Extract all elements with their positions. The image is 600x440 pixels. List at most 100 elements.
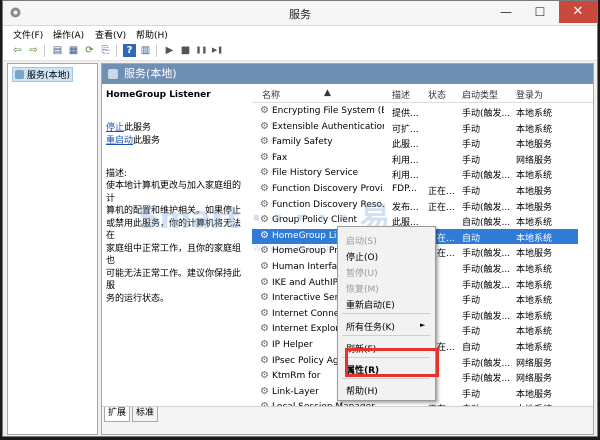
forward-icon[interactable]: ⇨ xyxy=(27,44,40,57)
close-button[interactable]: ✕ xyxy=(559,1,597,23)
tab-standard[interactable]: 标准 xyxy=(132,407,159,422)
column-header-description[interactable]: 描述 xyxy=(392,88,410,101)
service-description: 利用... xyxy=(392,171,419,182)
menu-item-start[interactable]: 启动(S) xyxy=(346,234,377,247)
service-gear-icon: ⚙ xyxy=(260,355,269,366)
description-panel: HomeGroup Listener 停止此服务 重启动此服务 描述: 使本地计… xyxy=(102,84,252,406)
service-gear-icon: ⚙ xyxy=(260,215,269,226)
tab-extended[interactable]: 扩展 xyxy=(104,407,131,422)
service-name: File History Service xyxy=(272,168,359,179)
refresh-icon[interactable]: ⟳ xyxy=(83,44,96,57)
menu-separator xyxy=(342,335,430,336)
service-log-on-as: 本地服务 xyxy=(516,249,553,260)
service-startup-type: 手动(触发... xyxy=(462,249,511,260)
description-line: 算机的配置和维护相关。如果停止 xyxy=(106,206,242,216)
show-console-tree-icon[interactable]: ▤ xyxy=(51,44,64,57)
table-row[interactable]: ⚙ Extensible Authentication... 可扩... 手动 本地系统 xyxy=(252,120,578,136)
service-startup-type: 手动 xyxy=(462,296,481,307)
column-header-startup-type[interactable]: 启动类型 xyxy=(462,88,498,101)
service-startup-type: 手动(触发... xyxy=(462,374,511,385)
toolbar-separator xyxy=(44,45,45,57)
service-gear-icon: ⚙ xyxy=(260,106,269,116)
export-list-icon[interactable]: ⎘ xyxy=(99,44,112,57)
service-log-on-as: 本地系统 xyxy=(516,171,553,182)
show-action-pane-icon[interactable]: ▥ xyxy=(139,44,152,57)
service-log-on-as: 网络服务 xyxy=(516,374,553,385)
service-startup-type: 自动(触发... xyxy=(462,218,511,229)
table-row[interactable]: ⚙ Function Discovery Reso... 发布... 正在... 手动(… xyxy=(252,198,578,214)
menu-item-restart[interactable]: 重新启动(E) xyxy=(346,298,395,311)
service-log-on-as: 本地系统 xyxy=(516,327,553,338)
menu-item-resume[interactable]: 恢复(M) xyxy=(346,282,379,295)
service-name: Encrypting File System (E... xyxy=(272,106,384,116)
services-window: 服务 — ☐ ✕ 文件(F) 操作(A) 查看(V) 帮助(H) ⇦ ⇨ ▤ ▦… xyxy=(2,0,598,437)
service-name: Group Policy Client xyxy=(272,215,358,226)
service-gear-icon: ⚙ xyxy=(260,371,269,382)
menu-item-stop[interactable]: 停止(O) xyxy=(346,250,378,263)
service-log-on-as: 本地服务 xyxy=(516,187,553,197)
service-startup-type: 手动(触发... xyxy=(462,311,511,322)
service-description: 可扩... xyxy=(392,124,419,135)
menu-item-pause[interactable]: 暂停(U) xyxy=(346,266,378,279)
menu-item-all-tasks[interactable]: 所有任务(K) xyxy=(346,320,395,333)
submenu-arrow-icon: ► xyxy=(420,321,426,329)
stop-icon[interactable]: ■ xyxy=(179,44,192,57)
help-icon[interactable]: ? xyxy=(123,44,136,57)
service-startup-type: 手动 xyxy=(462,140,481,151)
toolbar-separator xyxy=(156,45,157,57)
service-gear-icon: ⚙ xyxy=(260,262,269,272)
service-status: 正在... xyxy=(428,202,455,213)
service-description: 此服... xyxy=(392,140,419,151)
service-gear-icon: ⚙ xyxy=(260,308,269,319)
pane-header-title: 服务(本地) xyxy=(124,67,177,80)
service-gear-icon: ⚙ xyxy=(260,340,269,350)
service-gear-icon: ⚙ xyxy=(260,386,269,397)
service-log-on-as: 本地系统 xyxy=(516,218,553,229)
maximize-button[interactable]: ☐ xyxy=(525,1,555,23)
service-name: Family Safety xyxy=(272,137,333,148)
menu-item-help[interactable]: 帮助(H) xyxy=(346,384,378,397)
restart-service-link[interactable]: 重启动 xyxy=(106,136,133,146)
description-line: 或禁用此服务，你的计算机将无法在 xyxy=(106,218,242,242)
service-gear-icon: ⚙ xyxy=(260,168,269,179)
service-description: FDP... xyxy=(392,184,417,194)
tree-node-services-local[interactable]: 服务(本地) xyxy=(12,67,74,82)
minimize-button[interactable]: — xyxy=(491,1,521,23)
description-line: 使本地计算机更改与加入家庭组的计 xyxy=(106,181,242,204)
stop-service-line: 停止此服务 xyxy=(106,120,151,133)
restart-service-line: 重启动此服务 xyxy=(106,133,160,146)
stop-service-link[interactable]: 停止 xyxy=(106,123,124,133)
service-startup-type: 自动 xyxy=(462,343,481,353)
menu-help[interactable]: 帮助(H) xyxy=(136,28,168,41)
menu-file[interactable]: 文件(F) xyxy=(13,28,43,41)
restart-icon[interactable]: ▶❚ xyxy=(211,44,224,57)
column-header-log-on-as[interactable]: 登录为 xyxy=(516,88,543,101)
start-icon[interactable]: ▶ xyxy=(163,44,176,57)
table-row[interactable]: ⚙ File History Service 利用... 手动(触发... 本地系统 xyxy=(252,166,578,182)
service-name: Extensible Authentication... xyxy=(272,121,384,132)
service-name: Function Discovery Reso... xyxy=(272,199,384,210)
service-log-on-as: 本地服务 xyxy=(516,202,553,213)
table-row[interactable]: ⚙ Function Discovery Provi... FDP... 正在... 手… xyxy=(252,182,578,198)
service-name: Function Discovery Provi... xyxy=(272,184,384,194)
column-header-status[interactable]: 状态 xyxy=(428,88,446,101)
service-gear-icon: ⚙ xyxy=(260,324,269,335)
service-gear-icon: ⚙ xyxy=(260,230,269,241)
back-icon[interactable]: ⇦ xyxy=(11,44,24,57)
properties-icon[interactable]: ▦ xyxy=(67,44,80,57)
menu-view[interactable]: 查看(V) xyxy=(95,28,126,41)
list-header: ▲ 名称 描述 状态 启动类型 登录为 xyxy=(252,84,593,103)
service-startup-type: 手动(触发... xyxy=(462,265,511,275)
menu-bar: 文件(F) 操作(A) 查看(V) 帮助(H) xyxy=(3,26,597,42)
column-header-name[interactable]: 名称 xyxy=(262,88,280,101)
service-status: 正在... xyxy=(428,187,455,197)
services-node-icon xyxy=(15,70,24,79)
table-row[interactable]: ⚙ Fax 利用... 手动 网络服务 xyxy=(252,151,578,167)
service-description: 利用... xyxy=(392,155,419,166)
pause-icon[interactable]: ❚❚ xyxy=(195,44,208,57)
table-row[interactable]: ⚙ Encrypting File System (E... 提供... 手动(触发.… xyxy=(252,104,578,120)
table-row[interactable]: ⚙ Family Safety 此服... 手动 本地服务 xyxy=(252,135,578,151)
service-gear-icon: ⚙ xyxy=(260,137,269,148)
description-text: 使本地计算机更改与加入家庭组的计 算机的配置和维护相关。如果停止 或禁用此服务，… xyxy=(106,180,246,305)
menu-action[interactable]: 操作(A) xyxy=(53,28,84,41)
